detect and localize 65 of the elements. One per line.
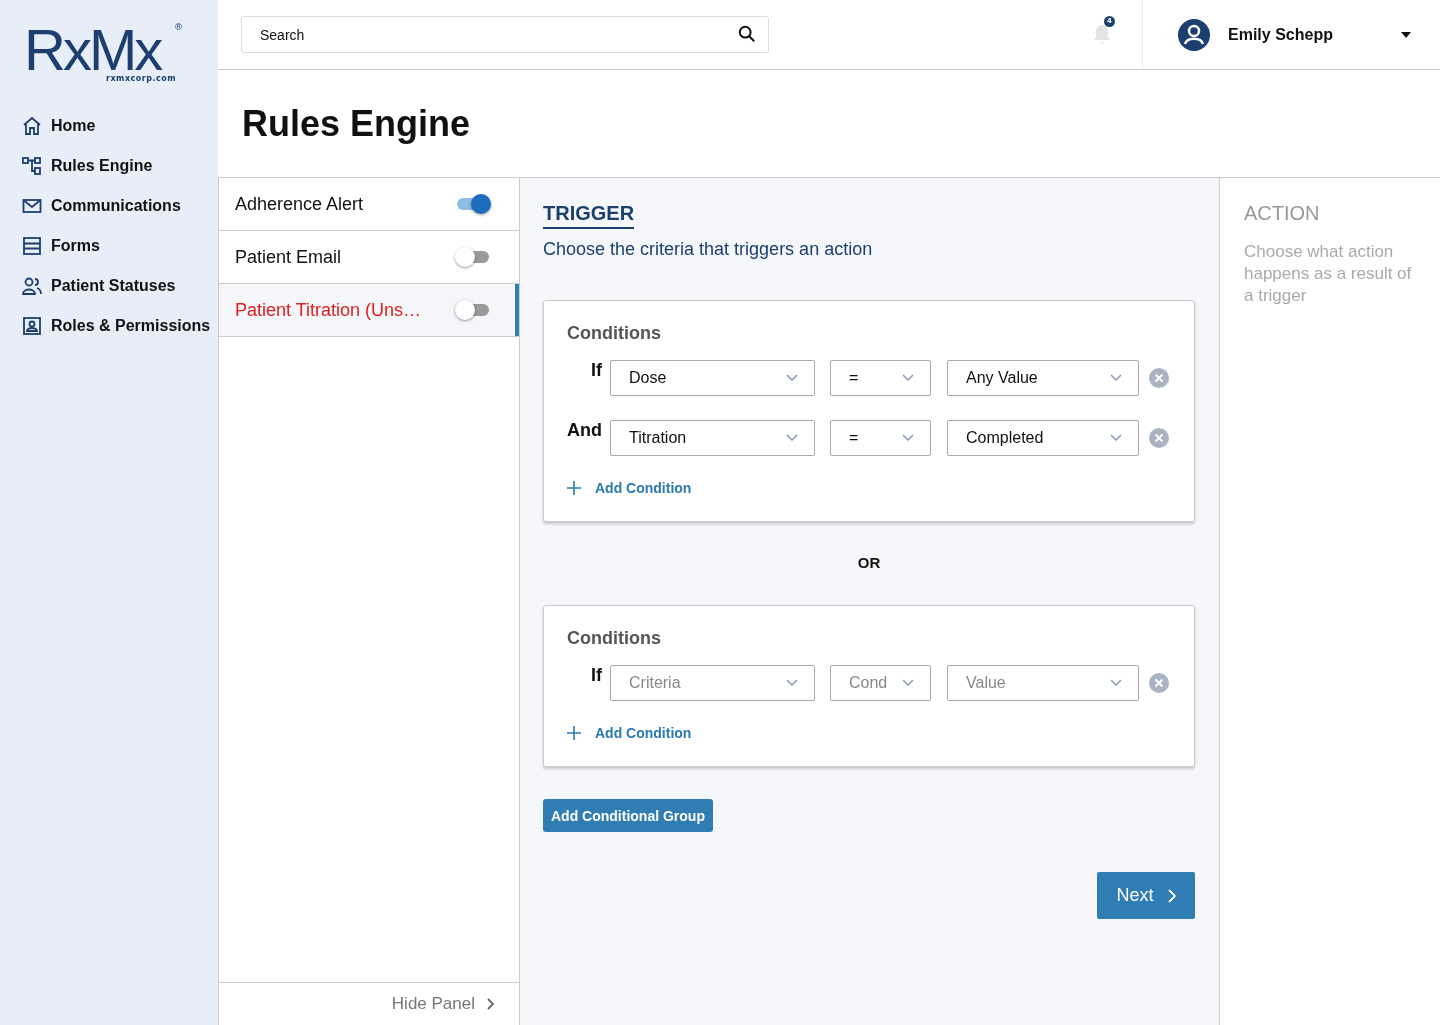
rule-item[interactable]: Patient Titration (Uns… [219,284,519,337]
criteria-dropdown[interactable]: Dose [610,360,815,396]
rule-item[interactable]: Adherence Alert [219,178,519,231]
value-dropdown[interactable]: Any Value [947,360,1139,396]
avatar-icon [1178,18,1210,51]
operator-dropdown[interactable]: Cond [830,665,931,701]
remove-icon[interactable] [1149,368,1169,388]
nav-item[interactable]: Home [0,106,218,146]
rule-name: Patient Titration (Uns… [235,299,423,321]
conditions-heading: Conditions [567,628,662,649]
criteria-dropdown[interactable]: Titration [610,420,815,456]
conditions-heading: Conditions [567,323,662,344]
next-button[interactable]: Next [1097,872,1195,919]
search-icon[interactable] [738,25,756,43]
remove-icon[interactable] [1149,673,1169,693]
condition-joiner: If [590,360,602,381]
search-field[interactable]: Search [241,16,769,53]
bell-icon[interactable] [1092,22,1112,45]
id-badge-icon [22,316,42,336]
flowchart-icon [22,156,42,176]
plus-icon [567,481,581,495]
add-condition-link[interactable]: Add Condition [567,725,692,741]
house-icon [22,116,42,136]
action-description: Choose what action happens as a result of a trigger [1244,241,1413,307]
nav-item[interactable]: Patient Statuses [0,266,218,306]
nav-item[interactable]: Rules Engine [0,146,218,186]
chevron-down-icon [786,679,798,687]
chevron-right-icon [487,998,495,1010]
chevron-down-icon [786,374,798,382]
or-separator: OR [856,554,882,571]
rule-name: Adherence Alert [235,193,365,215]
remove-icon[interactable] [1149,428,1169,448]
user-name[interactable]: Emily Schepp [1228,25,1383,44]
operator-dropdown[interactable]: = [830,360,931,396]
chevron-down-icon [1110,374,1122,382]
chevron-down-icon [786,434,798,442]
chevron-down-icon [1110,679,1122,687]
condition-joiner: And [567,420,602,441]
nav-item[interactable]: Forms [0,226,218,266]
add-group-button[interactable]: Add Conditional Group [543,799,713,832]
nav-item[interactable]: Communications [0,186,218,226]
operator-dropdown[interactable]: = [830,420,931,456]
caret-icon[interactable] [1401,31,1411,38]
logo-url: rxmxcorp.com [106,74,177,83]
chevron-down-icon [902,679,914,687]
envelope-icon [22,196,42,216]
hide-panel-link[interactable]: Hide Panel [391,994,495,1014]
condition-joiner: If [590,665,602,686]
add-condition-link[interactable]: Add Condition [567,480,692,496]
chevron-right-icon [1167,888,1176,903]
value-dropdown[interactable]: Completed [947,420,1139,456]
list-icon [22,236,42,256]
trigger-heading: TRIGGER [543,202,635,229]
plus-icon [567,726,581,740]
nav-item[interactable]: Roles & Permissions [0,306,218,346]
chevron-down-icon [902,434,914,442]
chevron-down-icon [902,374,914,382]
criteria-dropdown[interactable]: Criteria [610,665,815,701]
value-dropdown[interactable]: Value [947,665,1139,701]
action-heading: ACTION [1244,202,1321,225]
people-icon [22,276,42,296]
rule-name: Patient Email [235,246,343,268]
registered-mark: ® [174,22,183,32]
chevron-down-icon [1110,434,1122,442]
trigger-description: Choose the criteria that triggers an action [543,239,874,260]
